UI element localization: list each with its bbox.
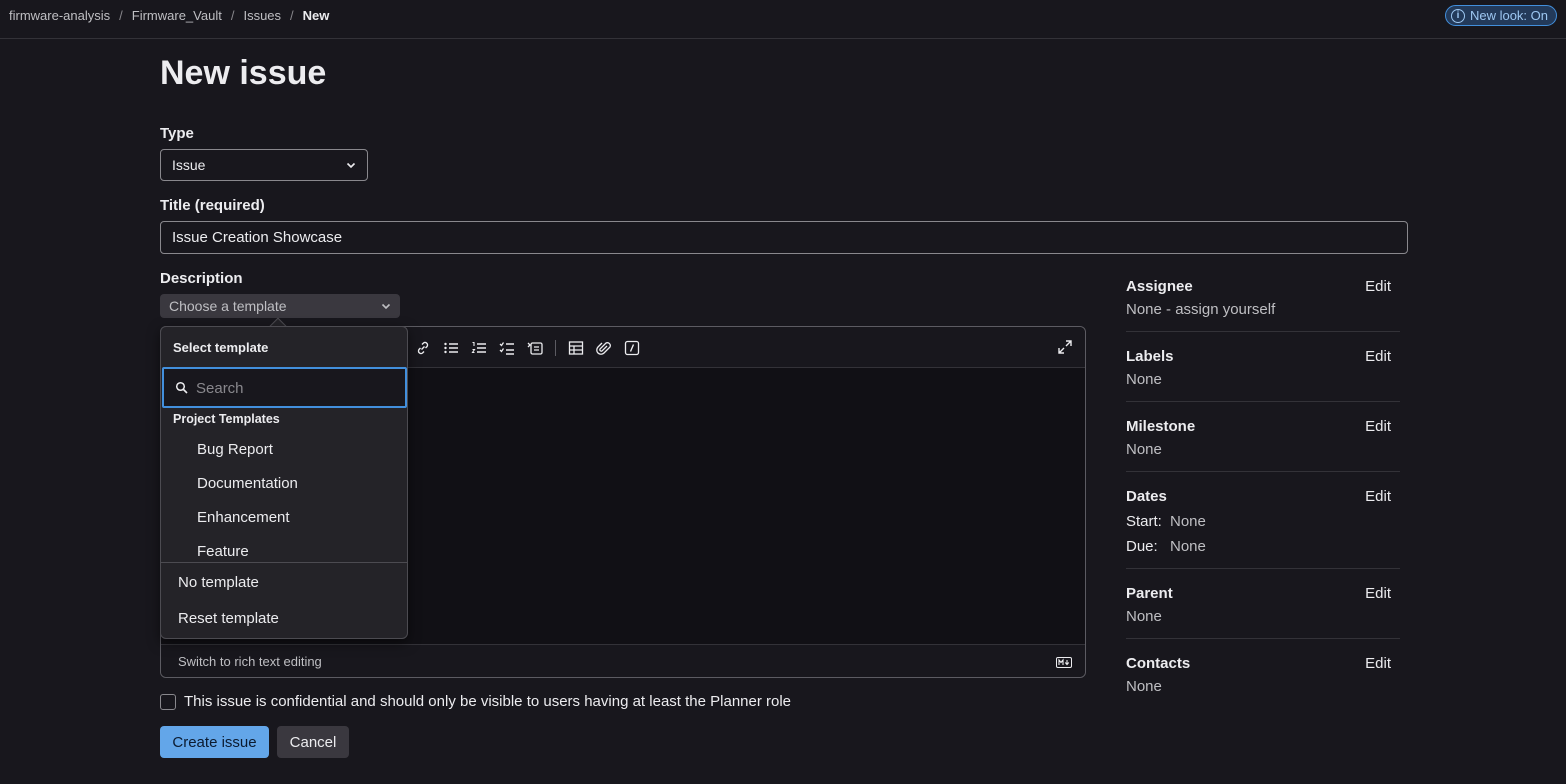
info-icon: i <box>1450 8 1465 23</box>
new-look-label: New look: On <box>1469 8 1548 23</box>
labels-edit-button[interactable]: Edit <box>1365 348 1391 365</box>
page-title: New issue <box>160 54 327 92</box>
dates-edit-button[interactable]: Edit <box>1365 488 1391 505</box>
parent-edit-button[interactable]: Edit <box>1365 585 1391 602</box>
top-bar: firmware-analysis / Firmware_Vault / Iss… <box>0 0 1566 39</box>
confidential-row: This issue is confidential and should on… <box>160 693 791 710</box>
numbered-list-icon[interactable] <box>465 339 493 357</box>
milestone-title: Milestone <box>1126 418 1196 435</box>
labels-title: Labels <box>1126 348 1174 365</box>
dropdown-header: Select template <box>173 340 269 355</box>
due-date-label: Due: <box>1126 538 1158 555</box>
template-dropdown: Select template Project Templates Bug Re… <box>160 326 408 639</box>
labels-value: None <box>1126 371 1162 388</box>
start-date-label: Start: <box>1126 513 1162 530</box>
type-label: Type <box>160 125 194 142</box>
dropdown-divider <box>161 562 407 563</box>
dates-title: Dates <box>1126 488 1167 505</box>
sidebar-divider <box>1126 568 1400 569</box>
template-option-feature[interactable]: Feature <box>197 543 249 560</box>
toolbar-divider <box>555 340 556 356</box>
bulleted-list-icon[interactable] <box>437 339 465 357</box>
assignee-title: Assignee <box>1126 278 1193 295</box>
cancel-button[interactable]: Cancel <box>277 726 349 758</box>
due-date-row: Due: None <box>1126 538 1206 555</box>
sidebar-divider <box>1126 401 1400 402</box>
link-icon[interactable] <box>409 339 437 357</box>
breadcrumb-separator: / <box>290 8 294 23</box>
type-select-value: Issue <box>172 157 206 173</box>
type-select[interactable]: Issue <box>160 149 368 181</box>
expand-icon[interactable] <box>1057 339 1073 358</box>
start-date-row: Start: None <box>1126 513 1206 530</box>
contacts-value: None <box>1126 678 1162 695</box>
due-date-value: None <box>1170 538 1206 555</box>
template-option-enhancement[interactable]: Enhancement <box>197 509 290 526</box>
dropdown-group-label: Project Templates <box>173 412 280 426</box>
template-search[interactable] <box>162 367 407 408</box>
parent-value: None <box>1126 608 1162 625</box>
sidebar-divider <box>1126 331 1400 332</box>
reset-template-option[interactable]: Reset template <box>178 610 279 627</box>
template-option-documentation[interactable]: Documentation <box>197 475 298 492</box>
paperclip-icon[interactable] <box>590 339 618 357</box>
description-label: Description <box>160 270 243 287</box>
markdown-icon <box>1056 655 1072 671</box>
choose-template-button[interactable]: Choose a template <box>160 294 400 318</box>
breadcrumb-separator: / <box>230 8 235 23</box>
no-template-option[interactable]: No template <box>178 574 259 591</box>
start-date-value: None <box>1170 513 1206 530</box>
milestone-value: None <box>1126 441 1162 458</box>
table-icon[interactable] <box>562 339 590 357</box>
breadcrumb-item-issues[interactable]: Issues <box>243 8 281 23</box>
template-option-bug-report[interactable]: Bug Report <box>197 441 273 458</box>
new-look-toggle[interactable]: i New look: On <box>1444 5 1557 26</box>
editor-footer: Switch to rich text editing <box>161 644 1085 677</box>
assignee-edit-button[interactable]: Edit <box>1365 278 1391 295</box>
breadcrumb-item-project[interactable]: Firmware_Vault <box>132 8 222 23</box>
chevron-down-icon <box>346 162 356 169</box>
choose-template-label: Choose a template <box>169 298 287 314</box>
contacts-title: Contacts <box>1126 655 1191 672</box>
confidential-checkbox[interactable] <box>160 693 176 710</box>
slash-commands-icon[interactable] <box>618 339 646 357</box>
title-input[interactable] <box>160 221 1408 254</box>
search-icon <box>175 381 189 398</box>
breadcrumb-separator: / <box>119 8 123 23</box>
chevron-down-icon <box>381 303 391 310</box>
sidebar-divider <box>1126 471 1400 472</box>
create-issue-button[interactable]: Create issue <box>160 726 269 758</box>
contacts-edit-button[interactable]: Edit <box>1365 655 1391 672</box>
confidential-label[interactable]: This issue is confidential and should on… <box>184 693 791 710</box>
sidebar-divider <box>1126 638 1400 639</box>
assignee-value[interactable]: None - assign yourself <box>1126 301 1275 318</box>
task-list-icon[interactable] <box>493 339 521 357</box>
breadcrumb-current: New <box>302 8 330 23</box>
switch-rich-text-button[interactable]: Switch to rich text editing <box>178 654 322 669</box>
template-search-input[interactable] <box>196 378 396 398</box>
title-label: Title (required) <box>160 197 265 214</box>
parent-title: Parent <box>1126 585 1173 602</box>
breadcrumb-item-group[interactable]: firmware-analysis <box>9 8 110 23</box>
collapsible-section-icon[interactable] <box>521 339 549 357</box>
milestone-edit-button[interactable]: Edit <box>1365 418 1391 435</box>
breadcrumb: firmware-analysis / Firmware_Vault / Iss… <box>9 8 329 23</box>
